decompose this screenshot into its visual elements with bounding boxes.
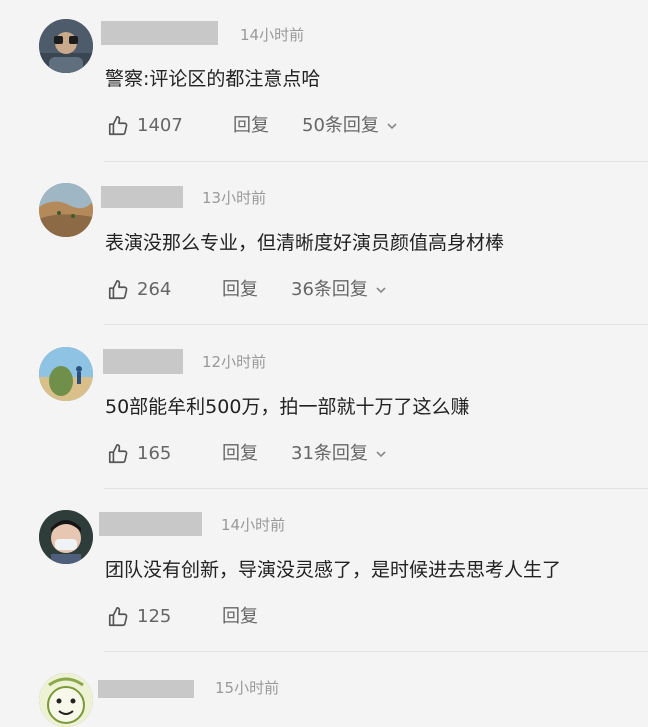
thumbs-up-icon: [108, 444, 128, 464]
comment-actions: 264 回复 36条回复: [107, 276, 507, 304]
comment-text: 表演没那么专业，但清晰度好演员颜值高身材棒: [105, 232, 505, 254]
user-avatar[interactable]: [39, 19, 93, 73]
comment-time: 15小时前: [215, 679, 280, 697]
like-button[interactable]: 165: [107, 440, 171, 468]
user-avatar[interactable]: [39, 510, 93, 564]
like-count: 165: [137, 443, 172, 464]
reply-button[interactable]: 回复: [222, 276, 258, 304]
user-avatar[interactable]: [39, 183, 93, 237]
divider: [104, 324, 648, 325]
username-blurred[interactable]: [101, 186, 183, 208]
reply-button[interactable]: 回复: [222, 603, 258, 631]
like-button[interactable]: 125: [107, 603, 171, 631]
thumbs-up-icon: [108, 607, 128, 627]
user-avatar[interactable]: [39, 673, 93, 727]
comment-time: 13小时前: [202, 189, 267, 207]
comment-time: 14小时前: [221, 516, 286, 534]
view-replies-button[interactable]: 36条回复: [291, 276, 387, 304]
comment-text: 50部能牟利500万，拍一部就十万了这么赚: [105, 396, 470, 418]
comment-text: 团队没有创新，导演没灵感了，是时候进去思考人生了: [105, 559, 562, 581]
comment-actions: 125 回复: [107, 603, 507, 631]
view-replies-button[interactable]: 50条回复: [302, 112, 398, 140]
replies-count-label: 50条回复: [302, 115, 379, 136]
thumbs-up-icon: [108, 116, 128, 136]
like-button[interactable]: 264: [107, 276, 171, 304]
divider: [104, 161, 648, 162]
like-button[interactable]: 1407: [107, 112, 183, 140]
chevron-down-icon: [376, 287, 386, 294]
comment-text: 警察:评论区的都注意点哈: [105, 68, 321, 90]
username-blurred[interactable]: [98, 680, 194, 698]
like-count: 1407: [137, 115, 183, 136]
divider: [104, 651, 648, 652]
comment-time: 12小时前: [202, 353, 267, 371]
chevron-down-icon: [387, 123, 397, 130]
comment-actions: 1407 回复 50条回复: [107, 112, 507, 140]
divider: [104, 488, 648, 489]
username-blurred[interactable]: [101, 21, 218, 45]
replies-count-label: 31条回复: [291, 443, 368, 464]
view-replies-button[interactable]: 31条回复: [291, 440, 387, 468]
like-count: 264: [137, 279, 172, 300]
like-count: 125: [137, 606, 172, 627]
comment-actions: 165 回复 31条回复: [107, 440, 507, 468]
replies-count-label: 36条回复: [291, 279, 368, 300]
reply-button[interactable]: 回复: [222, 440, 258, 468]
username-blurred[interactable]: [99, 512, 202, 536]
reply-button[interactable]: 回复: [233, 112, 269, 140]
chevron-down-icon: [376, 451, 386, 458]
username-blurred[interactable]: [103, 349, 183, 374]
thumbs-up-icon: [108, 280, 128, 300]
comment-time: 14小时前: [240, 26, 305, 44]
user-avatar[interactable]: [39, 347, 93, 401]
